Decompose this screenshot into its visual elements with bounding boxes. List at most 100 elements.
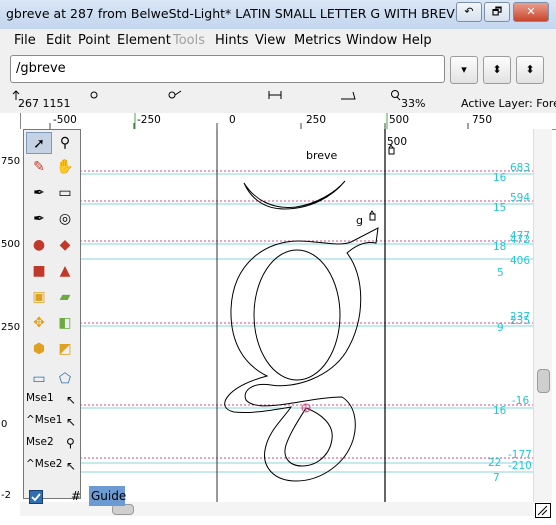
horizontal-ruler: -500 -250 0 250 500 750 xyxy=(20,113,556,130)
anchor-breve-label: breve xyxy=(306,149,338,162)
pencil-tool-icon[interactable]: ✎ xyxy=(26,156,52,178)
scroll-thumb[interactable] xyxy=(537,369,550,393)
ruler-label: 250 xyxy=(1,322,21,333)
close-button[interactable]: ✕ xyxy=(513,2,549,22)
ruler-label: 0 xyxy=(229,114,236,126)
metric-count: 22 xyxy=(488,457,502,469)
metric-count: 16 xyxy=(493,405,507,417)
ruler-label: 750 xyxy=(472,114,493,126)
ruler-label: 250 xyxy=(306,114,327,126)
ctrl-mouse1-pointer-icon: ↖ xyxy=(66,415,77,429)
menu-metrics[interactable]: Metrics xyxy=(294,33,341,48)
metric-value: 235 xyxy=(510,315,531,327)
dropdown-button[interactable]: ▾ xyxy=(450,56,478,84)
previous-next-button[interactable]: ⬍ xyxy=(483,56,511,84)
maximize-button[interactable]: 🗗 xyxy=(484,2,510,22)
metrics-labels: 683 16 594 15 18 477 472 406 5 9 237 235… xyxy=(460,129,533,502)
ctrl-mouse1-label: ^Mse1 xyxy=(26,414,63,426)
knife-tool-icon[interactable]: ▣ xyxy=(26,286,52,308)
g-counter xyxy=(253,249,341,381)
menu-bar: File Edit Point Element Tools Hints View… xyxy=(0,29,556,51)
metric-value: -210 xyxy=(508,460,532,472)
metric-value: 472 xyxy=(510,234,531,246)
3d-rotate-tool-icon[interactable]: ⬢ xyxy=(26,338,52,360)
ruler-label: 0 xyxy=(1,419,8,430)
curve-point-tool-icon[interactable]: ● xyxy=(26,234,52,256)
rotate-tool-icon[interactable]: ✥ xyxy=(26,312,52,334)
ruler-label: -2 xyxy=(1,490,11,501)
glyph-name-input[interactable]: /gbreve xyxy=(10,55,445,83)
menu-view[interactable]: View xyxy=(255,33,286,48)
zoom-icon xyxy=(391,90,401,101)
menu-point[interactable]: Point xyxy=(78,33,110,48)
window-title: gbreve at 287 from BelweStd-Light* LATIN… xyxy=(6,6,463,21)
pointer-tool-icon[interactable]: ➚ xyxy=(26,132,52,154)
hv-curve-tool-icon[interactable]: ◆ xyxy=(52,234,78,256)
pen-tool-icon[interactable]: ✒ xyxy=(26,182,52,204)
metric-value: 683 xyxy=(510,162,531,174)
rectangle-tool-icon[interactable]: ▭ xyxy=(26,368,52,390)
layer-guide-tab[interactable]: Guide xyxy=(89,486,126,506)
control-point-icon xyxy=(168,90,182,99)
point-icon xyxy=(90,91,98,99)
flip-tool-icon[interactable]: ◧ xyxy=(52,312,78,334)
coords-readout: 267 1151 xyxy=(18,97,71,110)
menu-tools[interactable]: Tools xyxy=(173,33,205,48)
spiro-tool-icon[interactable]: ✒ xyxy=(26,208,52,230)
spiral-tool-icon[interactable]: ◎ xyxy=(52,208,78,230)
angle-icon xyxy=(341,91,356,100)
mouse2-label: Mse2 xyxy=(26,436,54,448)
ctrl-mouse2-pointer-icon: ↖ xyxy=(66,459,77,473)
perspective-tool-icon[interactable]: ◩ xyxy=(52,338,78,360)
metric-count: 7 xyxy=(493,472,500,484)
toolbox-palette: ➚ ⚲ ✎ ✋ ✒ ▭ ✒ ◎ ● ◆ ■ ▲ ▣ ▰ ✥ ◧ ⬢ ◩ ▭ ⬠ … xyxy=(23,129,81,499)
distance-icon xyxy=(268,91,282,99)
glyph-name-value: /gbreve xyxy=(16,61,66,76)
ctrl-mouse2-label: ^Mse2 xyxy=(26,458,63,470)
breve-outline xyxy=(243,180,346,210)
metric-count: 5 xyxy=(497,267,504,279)
metric-count: 15 xyxy=(493,202,507,214)
metric-value: 406 xyxy=(510,255,531,267)
menu-hints[interactable]: Hints xyxy=(215,33,249,48)
metric-count: 18 xyxy=(493,241,507,253)
history-button[interactable]: ⬍ xyxy=(516,56,544,84)
menu-file[interactable]: File xyxy=(14,33,36,48)
vertical-scrollbar[interactable] xyxy=(533,129,552,502)
menu-window[interactable]: Window xyxy=(346,33,397,48)
magnify-tool-icon[interactable]: ⚲ xyxy=(52,132,78,154)
hand-tool-icon[interactable]: ✋ xyxy=(52,156,78,178)
menu-element[interactable]: Element xyxy=(117,33,171,48)
ruler-tool-icon[interactable]: ▭ xyxy=(52,182,78,204)
minimize-button[interactable]: ↶ xyxy=(456,2,482,22)
info-bar-icons xyxy=(12,90,401,101)
anchor-icon xyxy=(369,144,395,221)
menu-edit[interactable]: Edit xyxy=(46,33,71,48)
glyph-path-bar: /gbreve ▾ ⬍ ⬍ xyxy=(0,51,556,89)
layer-bar: # Guide xyxy=(23,486,143,506)
metric-count: 16 xyxy=(493,172,507,184)
ruler-label: -250 xyxy=(137,114,161,126)
ruler-label: 500 xyxy=(1,239,21,250)
ruler-label: 750 xyxy=(1,156,21,167)
resize-grip-icon[interactable] xyxy=(535,503,551,518)
g-outline xyxy=(224,227,379,482)
corner-point-tool-icon[interactable]: ■ xyxy=(26,260,52,282)
ruler-label: -500 xyxy=(53,114,77,126)
polygon-tool-icon[interactable]: ⬠ xyxy=(52,368,78,390)
glyph-outline-svg xyxy=(80,129,533,502)
active-layer-label: Active Layer: Fore xyxy=(461,97,556,110)
metric-value: 594 xyxy=(510,192,531,204)
glyph-canvas[interactable]: 500 breve g 683 16 594 15 18 477 472 406… xyxy=(20,129,533,502)
zoom-readout: 33% xyxy=(401,97,426,110)
anchor-g-label: g xyxy=(356,214,363,227)
mouse1-pointer-icon: ↖ xyxy=(66,393,77,407)
vertical-ruler: 750 500 250 0 -2 xyxy=(0,113,21,515)
info-bar: 267 1151 33% Active Layer: Fore xyxy=(0,89,556,113)
layer-hash-label: # xyxy=(71,489,82,503)
mouse1-label: Mse1 xyxy=(26,392,54,404)
skew-tool-icon[interactable]: ▰ xyxy=(52,286,78,308)
tangent-point-tool-icon[interactable]: ▲ xyxy=(52,260,78,282)
guide-visible-checkbox[interactable] xyxy=(29,490,43,504)
menu-help[interactable]: Help xyxy=(402,33,432,48)
